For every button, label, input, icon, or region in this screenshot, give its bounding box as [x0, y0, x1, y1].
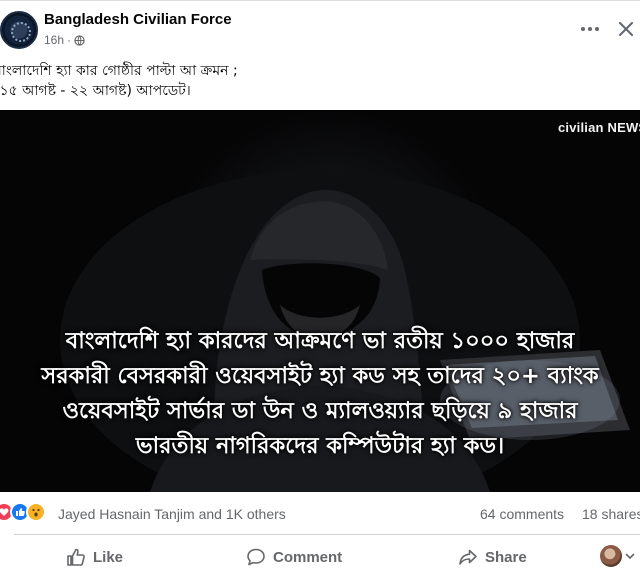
headline-line: ভারতীয় নাগরিকদের কম্পিউটার হ্যা কড। [135, 433, 505, 459]
post-timestamp[interactable]: 16h [44, 33, 64, 47]
globe-icon [74, 34, 85, 46]
post-image[interactable]: civilian NEWS বাংলাদেশি হ্যা কারদের আক্র… [0, 110, 640, 492]
like-label: Like [93, 548, 124, 566]
share-label: Share [485, 548, 527, 566]
post-header: Bangladesh Civilian Force 16h · [0, 1, 640, 57]
reactions-bar: Jayed Hasnain Tanjim and 1K others 64 co… [0, 498, 640, 528]
page-avatar[interactable] [0, 11, 38, 49]
share-arrow-icon [459, 549, 477, 565]
action-bar: Like Comment Share [0, 537, 640, 577]
divider [14, 534, 640, 535]
more-options-icon [581, 27, 585, 31]
post-message-line: (১৫ আগষ্ট - ২২ আগষ্ট) আপডেট। [0, 83, 191, 99]
page-name-link[interactable]: Bangladesh Civilian Force [44, 11, 232, 28]
post-message-line: বাংলাদেশি হ্যা কার গোষ্ঠীর পাল্টা আ ক্রম… [0, 63, 238, 79]
thumbs-up-icon [67, 548, 85, 566]
speech-bubble-icon [247, 548, 265, 566]
comments-count[interactable]: 64 comments [480, 506, 564, 522]
reactors-summary[interactable]: Jayed Hasnain Tanjim and 1K others [58, 506, 286, 522]
post-message: বাংলাদেশি হ্যা কার গোষ্ঠীর পাল্টা আ ক্রম… [0, 61, 640, 101]
brand-watermark: civilian NEWS [558, 120, 640, 135]
close-icon [619, 22, 633, 36]
post-as-selector[interactable] [600, 545, 635, 567]
wow-reaction-icon [26, 502, 46, 522]
like-button[interactable]: Like [66, 541, 123, 573]
comment-button[interactable]: Comment [246, 541, 342, 573]
share-button[interactable]: Share [458, 541, 527, 573]
viewer-avatar [600, 545, 622, 567]
shares-count[interactable]: 18 shares [582, 506, 640, 522]
more-options-button[interactable] [576, 15, 604, 43]
comment-label: Comment [273, 548, 343, 566]
image-headline: বাংলাদেশি হ্যা কারদের আক্রমণে ভা রতীয় ১… [0, 324, 640, 464]
chevron-down-icon [625, 553, 635, 560]
post-meta: 16h · [44, 33, 85, 47]
headline-line: সরকারী বেসরকারী ওয়েবসাইট হ্যা কড সহ তাদ… [41, 363, 599, 389]
post-card: Bangladesh Civilian Force 16h · বাংলাদেশ… [0, 0, 640, 581]
headline-line: ওয়েবসাইট সার্ভার ডা উন ও ম্যালওয়্যার ছ… [62, 398, 578, 424]
headline-line: বাংলাদেশি হ্যা কারদের আক্রমণে ভা রতীয় ১… [65, 328, 575, 354]
close-button[interactable] [612, 15, 640, 43]
reaction-icons[interactable] [0, 502, 46, 522]
meta-separator: · [67, 33, 72, 47]
